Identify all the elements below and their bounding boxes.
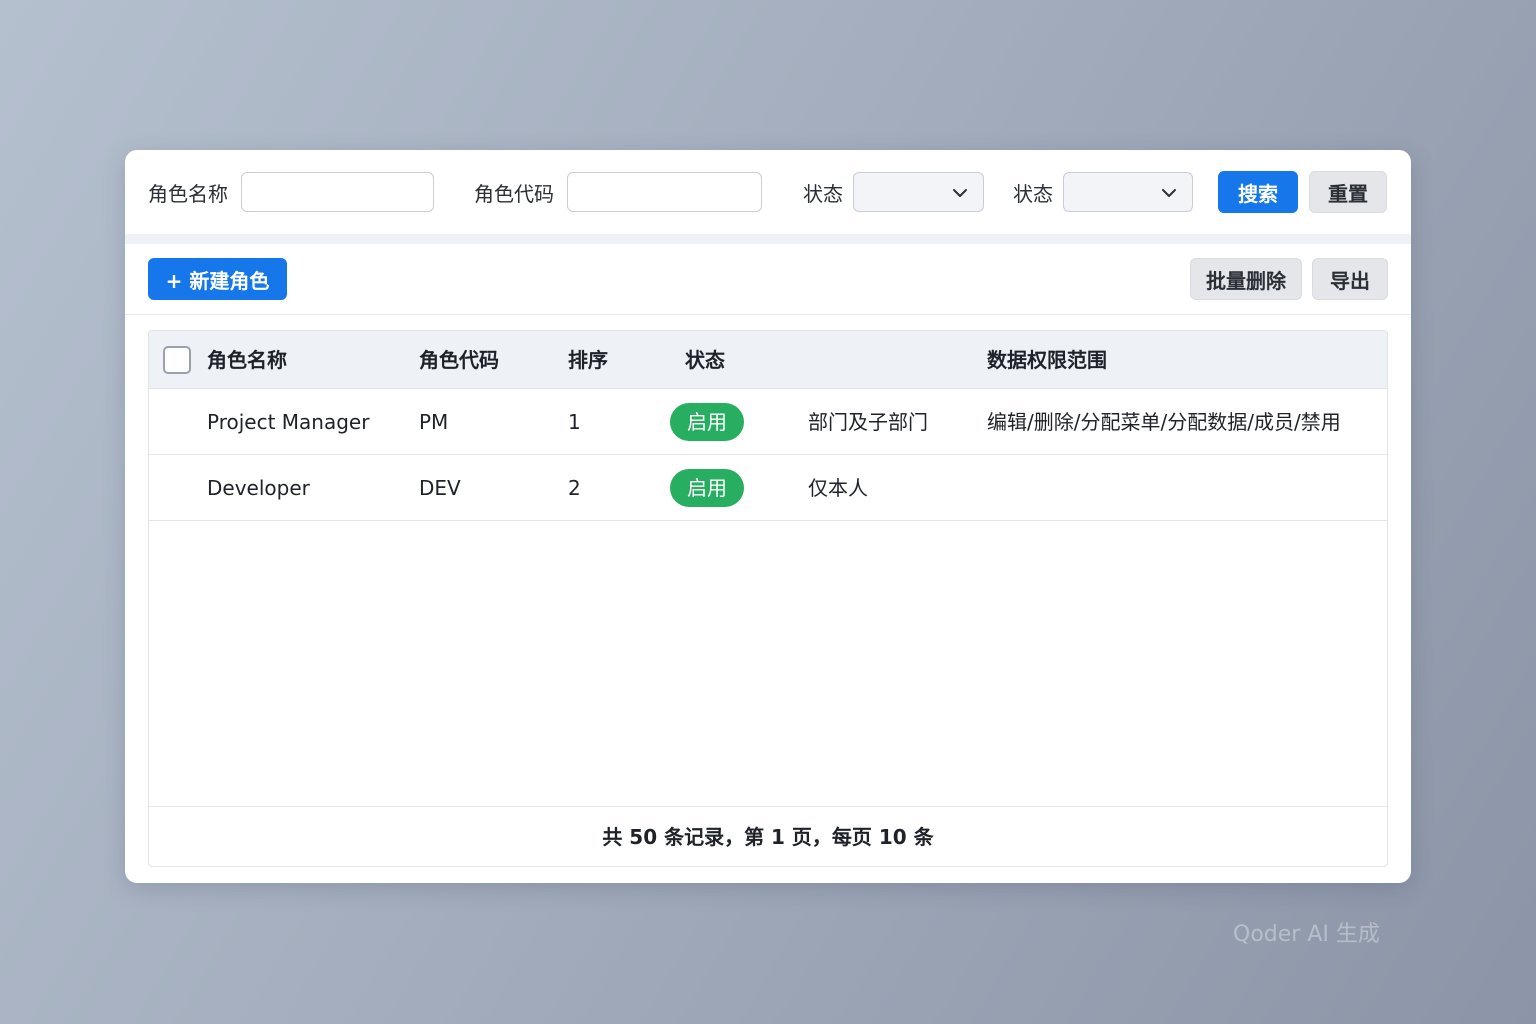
cell-permissions: 编辑/删除/分配菜单/分配数据/成员/禁用 <box>987 410 1341 434</box>
role-code-label: 角色代码 <box>474 181 554 206</box>
action-toolbar: + 新建角色 批量删除 导出 <box>125 244 1411 315</box>
status-badge: 启用 <box>670 403 744 441</box>
col-role-code[interactable]: 角色代码 <box>419 331 499 389</box>
role-name-label: 角色名称 <box>148 181 228 206</box>
export-button[interactable]: 导出 <box>1312 258 1388 300</box>
new-role-button[interactable]: + 新建角色 <box>148 258 287 300</box>
role-name-input[interactable] <box>241 172 434 212</box>
watermark: Qoder AI 生成 <box>1233 922 1380 947</box>
role-management-card: 角色名称 角色代码 状态 状态 搜索 重置 + 新建角色 批量删除 导出 角色名… <box>125 150 1411 883</box>
reset-button[interactable]: 重置 <box>1309 171 1387 213</box>
cell-sort: 2 <box>568 476 581 500</box>
chevron-down-icon <box>1162 189 1176 197</box>
status-select-2[interactable] <box>1063 172 1193 212</box>
status-badge: 启用 <box>670 469 744 507</box>
roles-table: 角色名称 角色代码 排序 状态 数据权限范围 Project Manager P… <box>148 330 1388 867</box>
batch-delete-button[interactable]: 批量删除 <box>1190 258 1302 300</box>
table-row[interactable]: Project Manager PM 1 启用 部门及子部门 编辑/删除/分配菜… <box>149 389 1387 455</box>
col-data-scope[interactable]: 数据权限范围 <box>987 331 1107 389</box>
search-bar: 角色名称 角色代码 状态 状态 搜索 重置 <box>125 150 1411 234</box>
cell-role-code: PM <box>419 410 449 434</box>
table-header: 角色名称 角色代码 排序 状态 数据权限范围 <box>149 331 1387 389</box>
cell-role-code: DEV <box>419 476 461 500</box>
role-code-input[interactable] <box>567 172 762 212</box>
cell-role-name: Project Manager <box>207 410 370 434</box>
status-select-1[interactable] <box>853 172 984 212</box>
table-row[interactable]: Developer DEV 2 启用 仅本人 <box>149 455 1387 521</box>
col-role-name[interactable]: 角色名称 <box>207 331 287 389</box>
cell-sort: 1 <box>568 410 581 434</box>
cell-data-scope: 仅本人 <box>808 476 868 500</box>
col-status[interactable]: 状态 <box>685 331 725 389</box>
chevron-down-icon <box>953 189 967 197</box>
section-divider <box>125 234 1411 244</box>
cell-data-scope: 部门及子部门 <box>808 410 928 434</box>
pagination-summary: 共 50 条记录，第 1 页，每页 10 条 <box>149 806 1387 866</box>
cell-role-name: Developer <box>207 476 310 500</box>
col-sort[interactable]: 排序 <box>568 331 608 389</box>
status-label-1: 状态 <box>803 181 843 206</box>
status-label-2: 状态 <box>1013 181 1053 206</box>
select-all-checkbox[interactable] <box>163 346 191 374</box>
search-button[interactable]: 搜索 <box>1218 171 1298 213</box>
